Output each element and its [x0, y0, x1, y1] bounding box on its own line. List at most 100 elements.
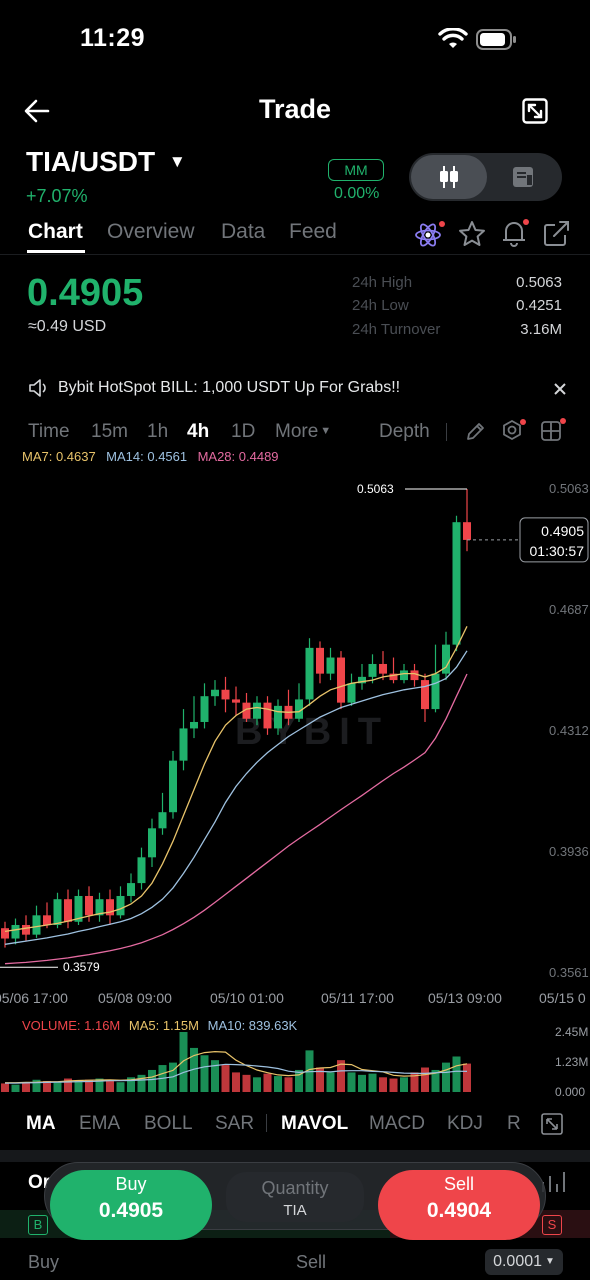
candle-body [410, 670, 419, 681]
depth-tab[interactable]: Depth [379, 421, 430, 443]
stat-24h-turnover-value: 3.16M [520, 321, 562, 338]
volume-y-tick: 1.23M [555, 1055, 588, 1069]
timeframe-15m[interactable]: 15m [91, 421, 128, 443]
volume-bar [326, 1072, 335, 1092]
ma14-legend: MA14: 0.4561 [106, 449, 188, 464]
candle-body [200, 696, 209, 722]
candle-body [305, 647, 314, 700]
close-icon[interactable] [553, 382, 567, 396]
buy-button-price: 0.4905 [98, 1199, 164, 1222]
orderbook-sell-badge: S [542, 1215, 562, 1235]
volume-bar [116, 1082, 125, 1092]
candle-body [179, 728, 188, 761]
fullscreen-icon[interactable] [522, 98, 548, 124]
orderbook-view-icon[interactable] [512, 166, 534, 188]
indicator-ema[interactable]: EMA [79, 1113, 120, 1135]
candle-body [22, 924, 30, 935]
announcement-bar[interactable]: Bybit HotSpot BILL: 1,000 USDT Up For Gr… [0, 370, 590, 408]
indicator-macd[interactable]: MACD [369, 1113, 425, 1135]
mm-badge[interactable]: MM [328, 159, 384, 181]
candle-body [116, 895, 125, 916]
indicator-kdj[interactable]: KDJ [447, 1113, 483, 1135]
price-chart[interactable]: BYBIT0.50630.46870.43120.39360.35610.506… [0, 464, 590, 1010]
y-tick-label: 0.4687 [549, 602, 589, 617]
stat-24h-low-value: 0.4251 [516, 297, 562, 314]
candle-body [221, 689, 230, 700]
volume-bar [253, 1077, 261, 1092]
indicator-r[interactable]: R [507, 1113, 521, 1135]
precision-select[interactable]: 0.0001 ▼ [485, 1249, 563, 1275]
price-usd: ≈0.49 USD [28, 318, 107, 335]
stat-24h-turnover-label: 24h Turnover [352, 321, 441, 338]
candle-body [253, 702, 261, 719]
indicator-ma[interactable]: MA [26, 1113, 56, 1135]
pair-selector[interactable]: TIA/USDT ▼ [26, 146, 186, 178]
candle-body [169, 760, 177, 813]
speaker-icon [29, 379, 46, 397]
sell-button-label: Sell [443, 1174, 474, 1194]
candle-body [379, 663, 387, 674]
y-tick-label: 0.3936 [549, 844, 589, 859]
x-tick-label: 05/10 01:00 [210, 990, 284, 1006]
caret-down-icon: ▼ [168, 152, 186, 171]
indicator-sar[interactable]: SAR [215, 1113, 254, 1135]
sell-button[interactable]: Sell 0.4904 [378, 1170, 540, 1240]
divider [446, 423, 447, 441]
volume-bar [400, 1077, 408, 1092]
timeframe-4h[interactable]: 4h [187, 421, 209, 443]
volume-bar [11, 1084, 20, 1092]
divider [0, 254, 590, 255]
quantity-button[interactable]: Quantity TIA [226, 1172, 364, 1222]
pair-symbol: TIA/USDT [26, 146, 156, 177]
candle-body [431, 673, 440, 710]
ma7-legend: MA7: 0.4637 [22, 449, 96, 464]
x-tick-label: 05/13 09:00 [428, 990, 502, 1006]
volume-bar [379, 1077, 387, 1092]
candle-body [148, 828, 156, 858]
candle-body [53, 899, 62, 925]
indicator-mavol[interactable]: MAVOL [281, 1113, 348, 1135]
tab-data[interactable]: Data [221, 220, 265, 244]
announcement-text: Bybit HotSpot BILL: 1,000 USDT Up For Gr… [58, 379, 401, 396]
volume-bar [148, 1069, 156, 1092]
candle-body [11, 924, 20, 939]
orderbook-col-buy: Buy [28, 1252, 60, 1272]
grid-layout-icon[interactable] [540, 417, 568, 443]
candle-body [232, 699, 240, 703]
view-toggle-chart[interactable] [411, 155, 487, 199]
x-tick-label: 05/15 0 [539, 990, 586, 1006]
volume-bar [368, 1073, 377, 1092]
tab-overview[interactable]: Overview [107, 220, 195, 244]
bell-icon[interactable] [500, 218, 530, 248]
expand-icon[interactable] [541, 1113, 563, 1135]
indicator-settings-icon[interactable] [500, 418, 528, 444]
timeframe-more-label: More [275, 421, 319, 442]
candle-body [274, 705, 282, 729]
sell-button-price: 0.4904 [426, 1199, 492, 1222]
candle-body [64, 899, 72, 922]
timeframe-1h[interactable]: 1h [147, 421, 168, 443]
current-price-label: 0.4905 [541, 523, 584, 539]
buy-button[interactable]: Buy 0.4905 [50, 1170, 212, 1240]
view-toggle[interactable] [409, 153, 562, 201]
volume-bar [358, 1074, 366, 1092]
volume-bar [242, 1074, 251, 1092]
volume-bar [106, 1080, 114, 1092]
buy-button-label: Buy [115, 1174, 147, 1194]
volume-bar [137, 1074, 146, 1092]
pencil-icon[interactable] [464, 421, 486, 443]
wifi-icon [438, 28, 468, 48]
tab-chart[interactable]: Chart [28, 220, 83, 244]
share-icon[interactable] [543, 221, 571, 247]
star-icon[interactable] [458, 220, 486, 248]
timeframe-time[interactable]: Time [28, 421, 70, 443]
caret-down-icon: ▼ [545, 1256, 555, 1267]
atom-icon[interactable] [414, 220, 446, 248]
tab-feed[interactable]: Feed [289, 220, 337, 244]
volume-chart[interactable]: 2.45M 1.23M 0.000 [0, 1018, 590, 1102]
timeframe-more[interactable]: More ▼ [275, 421, 331, 443]
status-time: 11:29 [80, 24, 146, 52]
timeframe-1d[interactable]: 1D [231, 421, 255, 443]
volume-y-tick: 2.45M [555, 1025, 588, 1039]
indicator-boll[interactable]: BOLL [144, 1113, 193, 1135]
